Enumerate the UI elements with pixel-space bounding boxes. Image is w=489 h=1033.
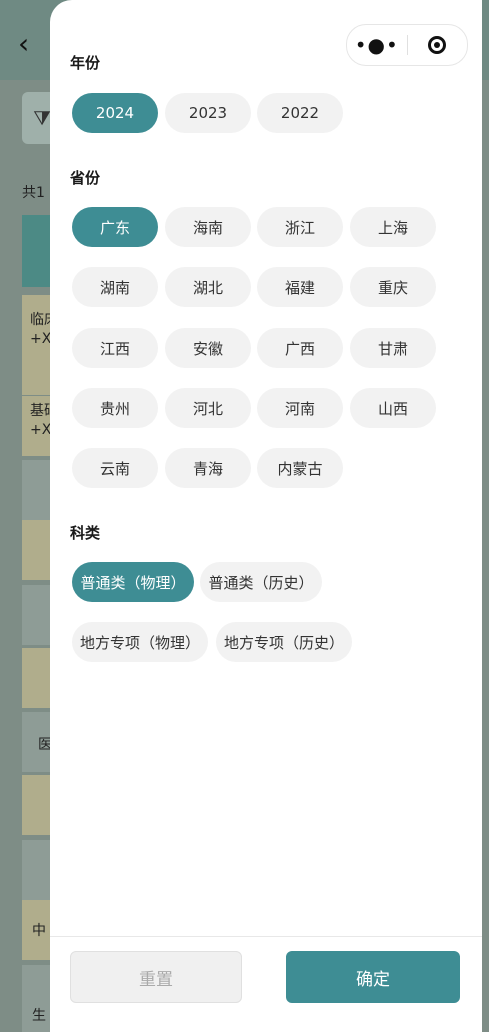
- year-chip-2024[interactable]: 2024: [72, 93, 158, 133]
- year-chip-2022[interactable]: 2022: [257, 93, 343, 133]
- reset-button[interactable]: 重置: [70, 951, 242, 1003]
- province-chip[interactable]: 青海: [165, 448, 251, 488]
- miniprogram-capsule: •●•: [346, 24, 468, 66]
- province-chip[interactable]: 湖南: [72, 267, 158, 307]
- filter-panel: •●• 年份 2024 2023 2022 省份 广东 海南 浙江 上海 湖南 …: [50, 0, 482, 1033]
- category-chip-physics[interactable]: 普通类（物理）: [72, 562, 194, 602]
- confirm-button[interactable]: 确定: [286, 951, 460, 1003]
- target-circle-icon: [428, 36, 447, 54]
- province-chip[interactable]: 浙江: [257, 207, 343, 247]
- province-chip[interactable]: 云南: [72, 448, 158, 488]
- province-chip[interactable]: 内蒙古: [257, 448, 343, 488]
- category-section-title: 科类: [70, 524, 101, 542]
- province-chip[interactable]: 江西: [72, 328, 158, 368]
- province-chip[interactable]: 上海: [350, 207, 436, 247]
- province-chip[interactable]: 湖北: [165, 267, 251, 307]
- province-chip[interactable]: 河北: [165, 388, 251, 428]
- province-chip[interactable]: 甘肃: [350, 328, 436, 368]
- province-chip[interactable]: 山西: [350, 388, 436, 428]
- province-chip[interactable]: 广东: [72, 207, 158, 247]
- province-chip[interactable]: 贵州: [72, 388, 158, 428]
- province-chip[interactable]: 福建: [257, 267, 343, 307]
- year-chip-2023[interactable]: 2023: [165, 93, 251, 133]
- province-chip[interactable]: 河南: [257, 388, 343, 428]
- result-count-text: 共1: [22, 185, 45, 201]
- province-section-title: 省份: [70, 169, 101, 187]
- province-chip[interactable]: 广西: [257, 328, 343, 368]
- filter-footer: 重置 确定: [50, 936, 482, 1033]
- category-chip-history[interactable]: 普通类（历史）: [200, 562, 322, 602]
- more-dots-icon[interactable]: •●•: [347, 33, 407, 57]
- province-chip[interactable]: 重庆: [350, 267, 436, 307]
- back-arrow-icon[interactable]: ‹: [18, 30, 29, 58]
- province-chip[interactable]: 海南: [165, 207, 251, 247]
- province-chip[interactable]: 安徽: [165, 328, 251, 368]
- year-section-title: 年份: [70, 54, 101, 72]
- category-chip-local-history[interactable]: 地方专项（历史）: [216, 622, 352, 662]
- category-chip-local-physics[interactable]: 地方专项（物理）: [72, 622, 208, 662]
- close-miniprogram-button[interactable]: [407, 36, 467, 54]
